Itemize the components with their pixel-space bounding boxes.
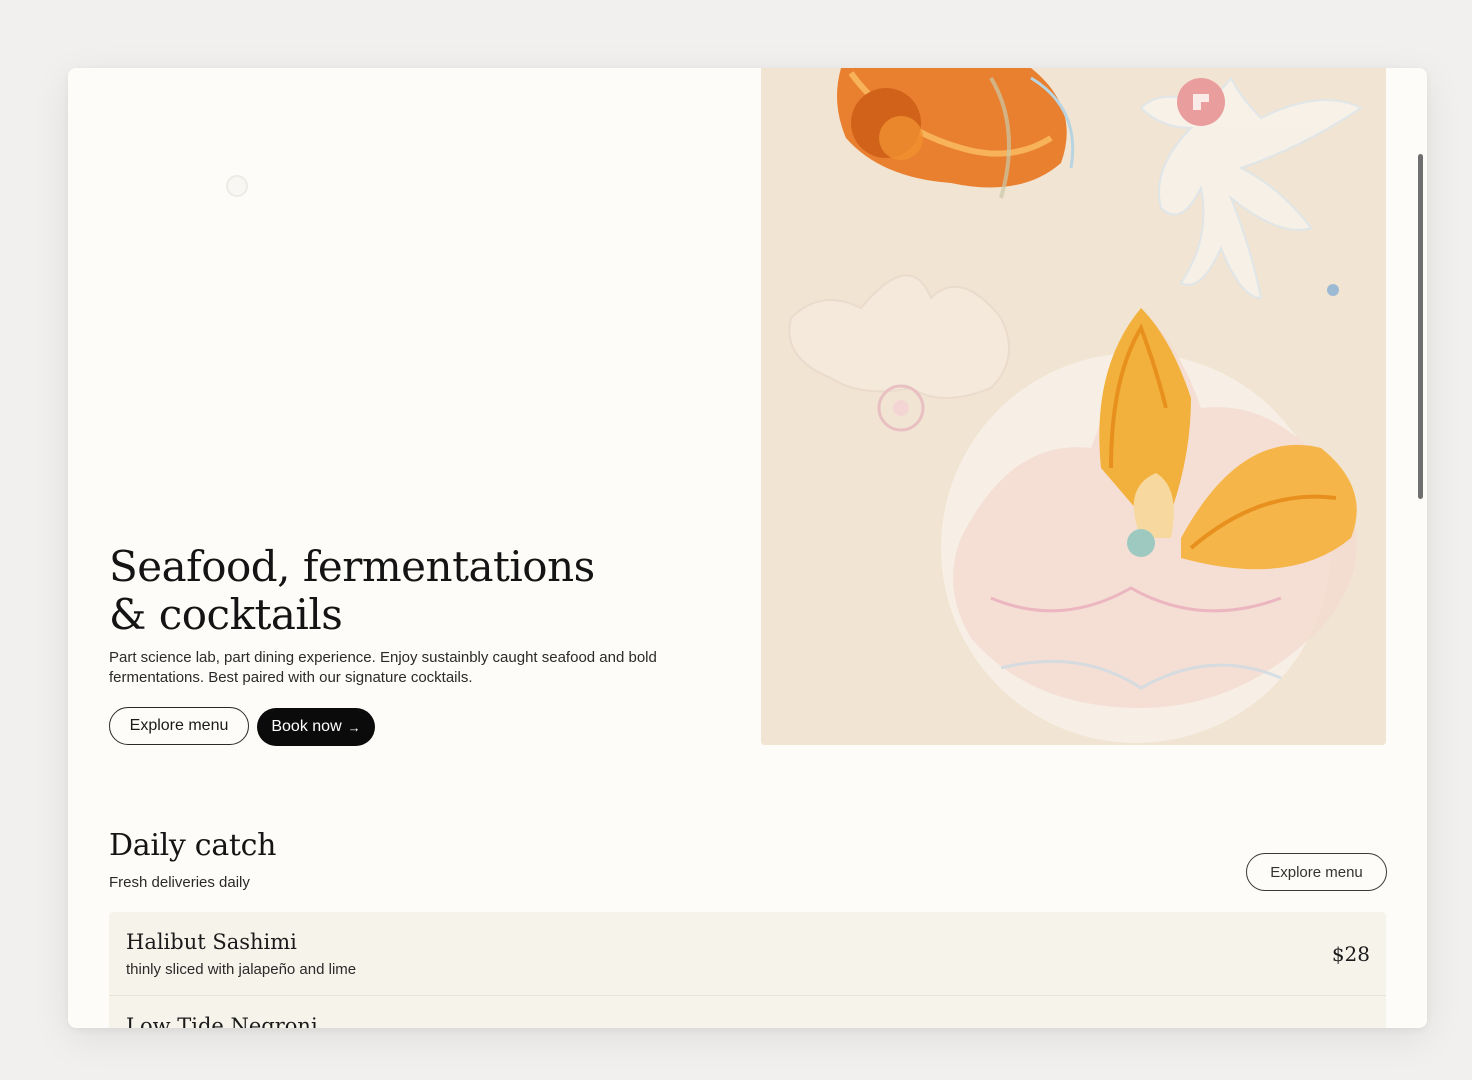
explore-menu-button-label: Explore menu <box>129 717 229 734</box>
book-now-button[interactable]: Book now → <box>257 708 375 746</box>
list-item[interactable]: Halibut Sashimi thinly sliced with jalap… <box>109 912 1386 996</box>
hero-description: Part science lab, part dining experience… <box>109 649 657 686</box>
daily-catch-list: Halibut Sashimi thinly sliced with jalap… <box>109 912 1386 1028</box>
hero-title-line2: & cocktails <box>109 590 343 639</box>
explore-menu-secondary-button[interactable]: Explore menu <box>1246 853 1387 891</box>
hero-illustration <box>761 68 1386 745</box>
daily-catch-subtitle: Fresh deliveries daily <box>109 874 250 891</box>
explore-menu-secondary-label: Explore menu <box>1270 863 1363 881</box>
blue-dot-shape <box>1327 284 1339 296</box>
arrow-right-icon: → <box>347 719 361 735</box>
item-name: Halibut Sashimi <box>126 930 297 954</box>
hero-title: Seafood, fermentations & cocktails <box>109 543 709 639</box>
scrollbar-thumb[interactable] <box>1418 154 1423 499</box>
loading-spinner-icon <box>226 175 248 197</box>
item-name: Low Tide Negroni <box>126 1014 318 1028</box>
explore-menu-button[interactable]: Explore menu <box>109 707 249 745</box>
list-item[interactable]: Low Tide Negroni <box>109 996 1386 1028</box>
book-now-button-label: Book now <box>271 718 342 735</box>
item-description: thinly sliced with jalapeño and lime <box>126 961 357 978</box>
browser-viewport: Seafood, fermentations & cocktails Part … <box>68 68 1427 1028</box>
hero-title-line1: Seafood, fermentations <box>109 542 595 591</box>
daily-catch-title: Daily catch <box>109 828 277 863</box>
jellyfish-illustration <box>761 68 1386 745</box>
item-price: $28 <box>1331 942 1370 966</box>
